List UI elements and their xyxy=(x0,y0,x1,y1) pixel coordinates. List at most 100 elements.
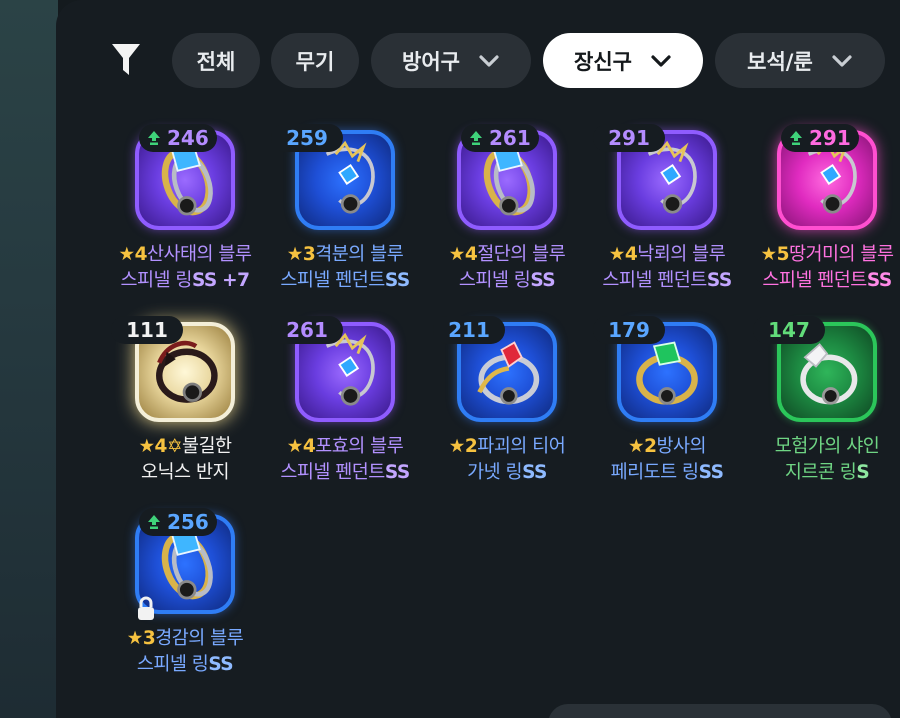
item-card[interactable]: 261 ★4포효의 블루 스피넬 펜던트SS xyxy=(265,310,425,490)
item-name-line1: ★2방사의 xyxy=(587,434,747,460)
item-rank: SS xyxy=(384,462,410,483)
item-card[interactable]: 291 ★4낙뢰의 블루 스피넬 펜던트SS xyxy=(587,118,747,298)
item-rank: SS xyxy=(530,270,556,291)
item-level-badge: 211 xyxy=(433,316,505,344)
item-name-base: 스피넬 링 xyxy=(136,654,209,675)
item-card[interactable]: 259 ★3격분의 블루 스피넬 펜던트SS xyxy=(265,118,425,298)
tab-armor[interactable]: 방어구 xyxy=(371,33,531,88)
item-name-line2: 스피넬 펜던트SS xyxy=(265,268,425,294)
item-name-line1: ★5땅거미의 블루 xyxy=(747,242,900,268)
tab-label: 무기 xyxy=(295,49,335,74)
item-card[interactable]: 179 ★2방사의 페리도트 링SS xyxy=(587,310,747,490)
item-name-line2: 스피넬 펜던트SS xyxy=(747,268,900,294)
star-grade: ★4 xyxy=(138,436,167,457)
item-card[interactable]: 111 ★4✡불길한 오닉스 반지 xyxy=(105,310,265,490)
item-name-base: 스피넬 펜던트 xyxy=(602,270,707,291)
left-sidebar-edge xyxy=(0,0,58,718)
item-name-line1: ★4✡불길한 xyxy=(105,434,265,460)
star-grade: ★4 xyxy=(448,244,478,265)
item-level: 211 xyxy=(448,318,490,342)
item-card[interactable]: 256 ★3경감의 블루 스피넬 링SS xyxy=(105,502,265,682)
item-level: 259 xyxy=(286,126,328,150)
item-name-line1: ★4산사태의 블루 xyxy=(105,242,265,268)
item-level: 147 xyxy=(768,318,810,342)
item-name-line1: ★3경감의 블루 xyxy=(105,626,265,652)
item-name-line1: ★3격분의 블루 xyxy=(265,242,425,268)
tab-label: 보석/룬 xyxy=(747,49,813,74)
item-name-base: 스피넬 펜던트 xyxy=(280,270,385,291)
tab-gem-rune[interactable]: 보석/룬 xyxy=(715,33,885,88)
item-name-line2: 페리도트 링SS xyxy=(587,460,747,486)
item-level: 291 xyxy=(809,126,851,150)
item-level: 256 xyxy=(167,510,209,534)
item-level-badge: 259 xyxy=(271,124,343,152)
star-grade: ★4 xyxy=(118,244,148,265)
item-card[interactable]: 261 ★4절단의 블루 스피넬 링SS xyxy=(427,118,587,298)
item-level: 246 xyxy=(167,126,209,150)
item-name: ★2방사의 페리도트 링SS xyxy=(587,434,747,486)
star-grade: ★3 xyxy=(126,628,156,649)
item-name-line1: ★4포효의 블루 xyxy=(265,434,425,460)
item-card[interactable]: 291 ★5땅거미의 블루 스피넬 펜던트SS xyxy=(747,118,900,298)
item-rank: SS xyxy=(384,270,410,291)
item-name: ★5땅거미의 블루 스피넬 펜던트SS xyxy=(747,242,900,294)
item-level-badge: 261 xyxy=(461,124,539,152)
item-name-line2: 스피넬 링SS xyxy=(427,268,587,294)
item-name: 모험가의 샤인 지르콘 링S xyxy=(747,434,900,486)
item-name-prefix: 땅거미의 블루 xyxy=(788,244,894,265)
item-name-line1: ★2파괴의 티어 xyxy=(427,434,587,460)
tab-accessory[interactable]: 장신구 xyxy=(543,33,703,88)
item-name-prefix: 낙뢰의 블루 xyxy=(637,244,726,265)
tab-label: 장신구 xyxy=(574,49,632,74)
item-name-line2: 스피넬 펜던트SS xyxy=(587,268,747,294)
item-name-base: 스피넬 펜던트 xyxy=(280,462,385,483)
item-name-line1: ★4절단의 블루 xyxy=(427,242,587,268)
gem-socket-icon: ✡ xyxy=(166,436,183,457)
upgrade-arrow-icon xyxy=(148,515,160,529)
chevron-down-icon xyxy=(651,54,671,67)
item-name-line2: 가넷 링SS xyxy=(427,460,587,486)
item-name-base: 페리도트 링 xyxy=(610,462,699,483)
star-grade: ★2 xyxy=(627,436,657,457)
star-grade: ★4 xyxy=(608,244,638,265)
item-rank: SS xyxy=(191,270,217,291)
item-name-base: 오닉스 반지 xyxy=(141,462,229,483)
tab-label: 방어구 xyxy=(402,49,460,74)
upgrade-arrow-icon xyxy=(470,131,482,145)
item-rank: SS xyxy=(208,654,234,675)
star-grade: ★4 xyxy=(286,436,316,457)
filter-funnel-icon[interactable] xyxy=(110,42,142,78)
bottom-action-bar[interactable] xyxy=(548,704,892,718)
upgrade-arrow-icon xyxy=(148,131,160,145)
tab-all[interactable]: 전체 xyxy=(172,33,260,88)
item-card[interactable]: 246 ★4산사태의 블루 스피넬 링SS +7 xyxy=(105,118,265,298)
tab-weapon[interactable]: 무기 xyxy=(271,33,359,88)
item-name-line2: 스피넬 펜던트SS xyxy=(265,460,425,486)
tab-label: 전체 xyxy=(196,49,236,74)
item-name: ★3경감의 블루 스피넬 링SS xyxy=(105,626,265,678)
lock-icon xyxy=(138,596,154,620)
item-name-prefix: 경감의 블루 xyxy=(155,628,244,649)
star-grade: ★2 xyxy=(448,436,478,457)
item-name: ★4산사태의 블루 스피넬 링SS +7 xyxy=(105,242,265,294)
item-level-badge: 179 xyxy=(593,316,665,344)
item-name-prefix: 모험가의 샤인 xyxy=(774,436,880,457)
item-level-badge: 291 xyxy=(781,124,859,152)
item-card[interactable]: 147 모험가의 샤인 지르콘 링S xyxy=(747,310,900,490)
item-name-prefix: 격분의 블루 xyxy=(315,244,404,265)
item-name-line1: ★4낙뢰의 블루 xyxy=(587,242,747,268)
item-level-badge: 147 xyxy=(753,316,825,344)
item-name: ★4낙뢰의 블루 스피넬 펜던트SS xyxy=(587,242,747,294)
item-name-prefix: 포효의 블루 xyxy=(315,436,404,457)
item-name: ★3격분의 블루 스피넬 펜던트SS xyxy=(265,242,425,294)
item-name: ★4✡불길한 오닉스 반지 xyxy=(105,434,265,486)
item-name-prefix: 파괴의 티어 xyxy=(477,436,566,457)
item-level-badge: 261 xyxy=(271,316,343,344)
item-level: 291 xyxy=(608,126,650,150)
item-name-prefix: 방사의 xyxy=(656,436,707,457)
chevron-down-icon xyxy=(832,54,852,67)
item-card[interactable]: 211 ★2파괴의 티어 가넷 링SS xyxy=(427,310,587,490)
chevron-down-icon xyxy=(479,54,499,67)
enhance-level: +7 xyxy=(222,270,250,291)
item-rank: S xyxy=(856,462,870,483)
